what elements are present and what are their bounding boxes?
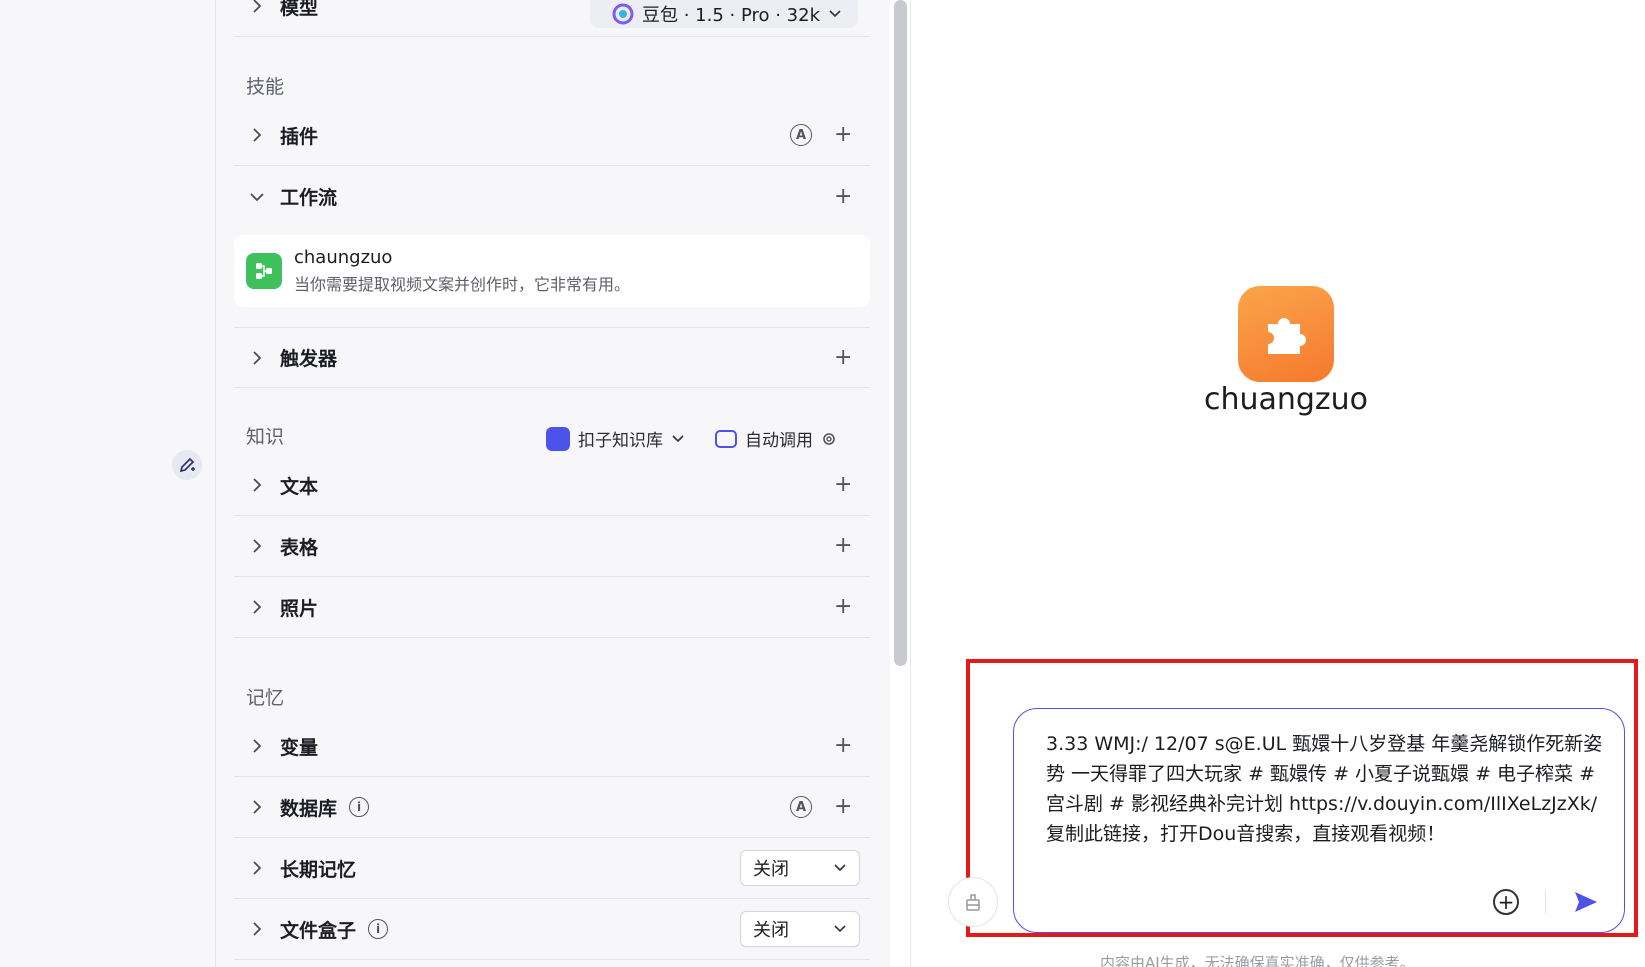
coze-kb-logo-icon — [546, 426, 570, 451]
send-button[interactable] — [1572, 888, 1600, 916]
config-scrollbar[interactable] — [894, 0, 907, 666]
send-icon — [1575, 892, 1597, 912]
bot-icon — [715, 429, 737, 448]
chevron-down-icon — [829, 10, 841, 18]
longterm-memory-select[interactable]: 关闭 — [740, 850, 860, 886]
chevron-right-icon — [248, 737, 266, 755]
chevron-right-icon — [248, 126, 266, 144]
gear-icon[interactable] — [821, 431, 837, 447]
action-separator — [1545, 890, 1546, 914]
bot-config-panel: 模型 豆包 · 1.5 · Pro · 32k 技能 插件 A + 工作流 + … — [216, 0, 890, 967]
bot-name: chuangzuo — [1203, 382, 1369, 417]
kb-text-row[interactable]: 文本 + — [234, 455, 870, 516]
auto-add-icon[interactable]: A — [790, 124, 812, 146]
chevron-right-icon — [248, 798, 266, 816]
workflow-row[interactable]: 工作流 + — [234, 166, 870, 227]
puzzle-icon — [1268, 318, 1306, 354]
workflow-label: 工作流 — [280, 187, 338, 209]
chevron-down-icon — [672, 434, 684, 442]
knowledge-mode-setting[interactable]: 自动调用 — [715, 426, 837, 451]
info-icon[interactable]: i — [368, 919, 389, 939]
kb-table-row[interactable]: 表格 + — [234, 516, 870, 577]
workflow-item-name: chaungzuo — [294, 247, 393, 268]
kb-photo-label: 照片 — [280, 597, 319, 620]
longterm-memory-value: 关闭 — [753, 859, 789, 880]
workflow-item[interactable]: chaungzuo 当你需要提取视频文案并创作时，它非常有用。 — [234, 235, 870, 307]
add-photo-button[interactable]: + — [834, 596, 852, 618]
kb-text-label: 文本 — [280, 475, 319, 498]
add-variable-button[interactable]: + — [834, 735, 852, 757]
variables-label: 变量 — [280, 736, 319, 759]
add-table-button[interactable]: + — [834, 535, 852, 557]
prompt-edit-icon[interactable] — [172, 450, 202, 480]
chevron-down-icon — [834, 925, 846, 933]
trigger-row[interactable]: 触发器 + — [234, 327, 870, 388]
longterm-memory-row[interactable]: 长期记忆 关闭 — [234, 838, 870, 899]
workflow-item-desc: 当你需要提取视频文案并创作时，它非常有用。 — [294, 275, 631, 294]
left-rail — [0, 0, 216, 967]
clear-history-button[interactable] — [948, 877, 998, 927]
auto-add-icon[interactable]: A — [790, 796, 812, 818]
model-label: 模型 — [280, 0, 319, 19]
chevron-down-icon — [834, 864, 846, 872]
chat-input-text[interactable]: 3.33 WMJ:/ 12/07 s@E.UL 甄嬛十八岁登基 年羹尧解锁作死新… — [1046, 729, 1606, 849]
chevron-down-icon — [248, 188, 266, 206]
workflow-icon — [246, 253, 282, 289]
plugin-label: 插件 — [280, 125, 319, 148]
chevron-right-icon — [248, 537, 266, 555]
knowledge-mode-value: 自动调用 — [745, 431, 813, 451]
knowledge-source-value: 扣子知识库 — [578, 431, 663, 451]
chevron-right-icon — [248, 859, 266, 877]
filebox-label: 文件盒子 — [280, 919, 357, 942]
model-select-value: 豆包 · 1.5 · Pro · 32k — [642, 5, 821, 26]
clear-history-icon — [966, 894, 980, 911]
info-icon[interactable]: i — [349, 797, 370, 817]
panel-divider — [910, 0, 911, 967]
add-attachment-icon[interactable]: + — [1493, 889, 1519, 915]
kb-table-label: 表格 — [280, 536, 319, 559]
kb-photo-row[interactable]: 照片 + — [234, 577, 870, 638]
longterm-memory-label: 长期记忆 — [280, 858, 357, 881]
filebox-select[interactable]: 关闭 — [740, 911, 860, 947]
chevron-right-icon — [248, 476, 266, 494]
model-select[interactable]: 豆包 · 1.5 · Pro · 32k — [590, 0, 858, 28]
plugin-row[interactable]: 插件 A + — [234, 105, 870, 166]
knowledge-source-select[interactable]: 扣子知识库 — [546, 426, 685, 451]
skills-section-title: 技能 — [246, 76, 285, 98]
variables-row[interactable]: 变量 + — [234, 716, 870, 777]
memory-section-title: 记忆 — [246, 687, 285, 709]
add-plugin-button[interactable]: + — [834, 124, 852, 146]
chevron-right-icon — [248, 598, 266, 616]
knowledge-section-title: 知识 — [246, 426, 285, 448]
chat-input[interactable]: 3.33 WMJ:/ 12/07 s@E.UL 甄嬛十八岁登基 年羹尧解锁作死新… — [1013, 708, 1625, 933]
chevron-right-icon — [248, 0, 266, 15]
doubao-logo-icon — [612, 3, 634, 25]
filebox-value: 关闭 — [753, 920, 789, 941]
filebox-row[interactable]: 文件盒子 i 关闭 — [234, 899, 870, 960]
add-database-button[interactable]: + — [834, 796, 852, 818]
trigger-label: 触发器 — [280, 348, 338, 370]
ai-disclaimer: 内容由AI生成，无法确保真实准确，仅供参考。 — [1100, 954, 1415, 967]
add-text-button[interactable]: + — [834, 474, 852, 496]
chevron-right-icon — [248, 349, 266, 367]
bot-avatar — [1238, 286, 1334, 382]
chevron-right-icon — [248, 920, 266, 938]
database-label: 数据库 — [280, 797, 338, 820]
add-workflow-button[interactable]: + — [834, 185, 852, 208]
database-row[interactable]: 数据库 i A + — [234, 777, 870, 838]
add-trigger-button[interactable]: + — [834, 346, 852, 369]
